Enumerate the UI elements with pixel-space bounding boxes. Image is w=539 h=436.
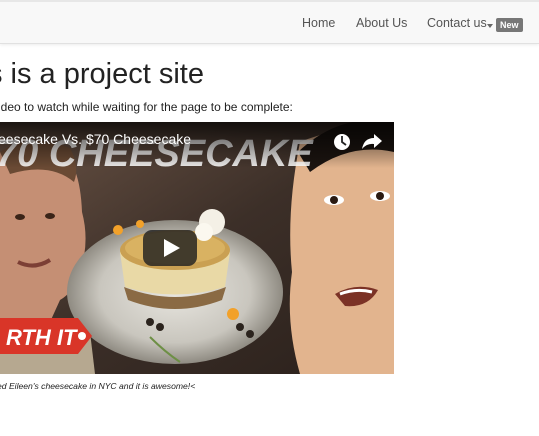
play-icon[interactable] bbox=[143, 230, 197, 266]
intro-text: ideo to watch while waiting for the page… bbox=[0, 100, 293, 114]
nav-about[interactable]: About Us bbox=[356, 16, 407, 30]
video-player[interactable]: RTH IT 70 CHEESECAKE eesecake Vs. $70 Ch… bbox=[0, 122, 394, 374]
nav-home[interactable]: Home bbox=[302, 16, 335, 30]
navbar: Home About Us Contact us New bbox=[0, 0, 539, 44]
video-caption: ed Eileen's cheesecake in NYC and it is … bbox=[0, 381, 196, 391]
chevron-down-icon[interactable] bbox=[487, 24, 493, 28]
tag-text: RTH IT bbox=[6, 325, 78, 350]
page-title: s is a project site bbox=[0, 58, 204, 90]
clock-icon[interactable] bbox=[334, 134, 350, 150]
video-title[interactable]: eesecake Vs. $70 Cheesecake bbox=[0, 131, 191, 147]
nav-contact[interactable]: Contact us bbox=[427, 16, 487, 30]
video-thumbnail: RTH IT 70 CHEESECAKE eesecake Vs. $70 Ch… bbox=[0, 122, 394, 374]
new-badge: New bbox=[496, 18, 523, 32]
